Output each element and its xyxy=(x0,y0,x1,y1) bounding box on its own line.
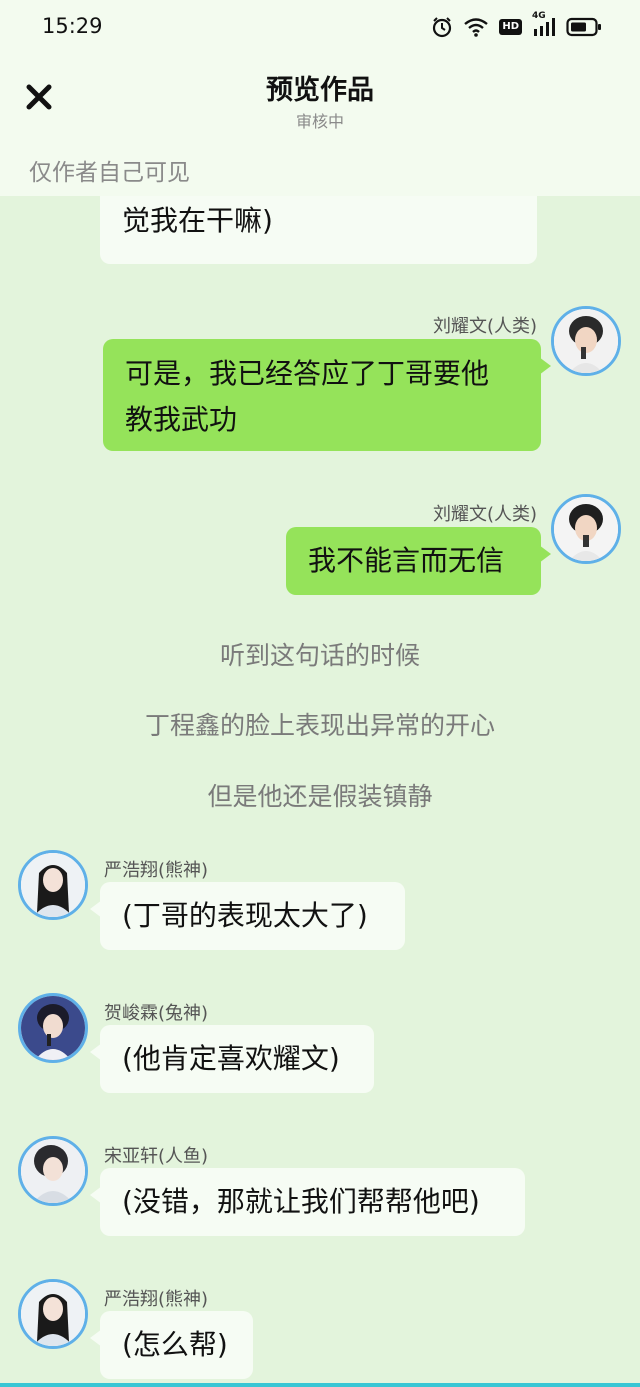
review-status: 审核中 xyxy=(295,112,344,131)
hd-badge: HD xyxy=(499,19,522,35)
message-bubble: 可是，我已经答应了丁哥要他 教我武功 xyxy=(103,339,551,451)
message-text: 我不能言而无信 xyxy=(308,544,505,577)
app-screen: 15:29 HD 4G 预览作品 审核中 仅作者自己可见 觉我在干嘛) 刘耀文(… xyxy=(0,0,640,1387)
avatar[interactable] xyxy=(551,494,621,564)
sender-name: 严浩翔(熊神) xyxy=(104,1289,209,1310)
message-bubble: (他肯定喜欢耀文) xyxy=(90,1025,374,1093)
narration-line: 听到这句话的时候 xyxy=(219,641,420,670)
status-bar: 15:29 HD 4G xyxy=(0,0,640,56)
wifi-icon xyxy=(463,17,489,37)
sender-name: 刘耀文(人类) xyxy=(432,504,537,525)
message-text: (没错，那就让我们帮帮他吧) xyxy=(122,1185,480,1218)
avatar-portrait-icon xyxy=(554,309,618,373)
narration-line: 但是他还是假装镇静 xyxy=(207,782,433,811)
avatar-portrait-icon xyxy=(21,1282,85,1346)
message-bubble: (丁哥的表现太大了) xyxy=(90,882,405,950)
alarm-icon xyxy=(431,16,453,38)
visibility-note: 仅作者自己可见 xyxy=(29,160,190,186)
chat-area[interactable]: 觉我在干嘛) 刘耀文(人类) 可是，我已经答应了丁哥要他 教我武功 刘耀文(人类… xyxy=(0,196,640,1383)
page-title: 预览作品 xyxy=(266,75,374,106)
sender-name: 贺峻霖(兔神) xyxy=(104,1003,209,1024)
sender-name: 宋亚轩(人鱼) xyxy=(104,1146,209,1167)
narration-line: 丁程鑫的脸上表现出异常的开心 xyxy=(144,711,495,740)
sender-name: 严浩翔(熊神) xyxy=(104,860,209,881)
avatar-portrait-icon xyxy=(21,1139,85,1203)
message-bubble: 觉我在干嘛) xyxy=(100,196,537,264)
avatar[interactable] xyxy=(18,993,88,1063)
message-bubble: (没错，那就让我们帮帮他吧) xyxy=(90,1168,525,1236)
battery-icon xyxy=(566,17,602,37)
avatar[interactable] xyxy=(551,306,621,376)
status-time: 15:29 xyxy=(42,14,103,38)
avatar-portrait-icon xyxy=(21,853,85,917)
cellular-4g-icon: 4G xyxy=(532,11,556,37)
avatar-portrait-icon xyxy=(21,996,85,1060)
message-bubble: 我不能言而无信 xyxy=(286,527,551,595)
avatar-portrait-icon xyxy=(554,497,618,561)
sender-name: 刘耀文(人类) xyxy=(432,316,537,337)
avatar[interactable] xyxy=(18,850,88,920)
message-text: 可是，我已经答应了丁哥要他 xyxy=(125,357,490,390)
avatar[interactable] xyxy=(18,1279,88,1349)
bottom-accent-bar xyxy=(0,1383,640,1387)
status-icons: HD 4G xyxy=(431,11,602,38)
message-text: (丁哥的表现太大了) xyxy=(122,899,368,932)
message-text: 觉我在干嘛) xyxy=(122,204,273,237)
avatar[interactable] xyxy=(18,1136,88,1206)
message-bubble: (怎么帮) xyxy=(90,1311,253,1379)
message-text: 教我武功 xyxy=(125,403,238,436)
message-text: (怎么帮) xyxy=(122,1328,228,1361)
page-header: 预览作品 审核中 仅作者自己可见 xyxy=(0,56,640,196)
message-text: (他肯定喜欢耀文) xyxy=(122,1042,340,1075)
network-type-label: 4G xyxy=(532,11,546,21)
